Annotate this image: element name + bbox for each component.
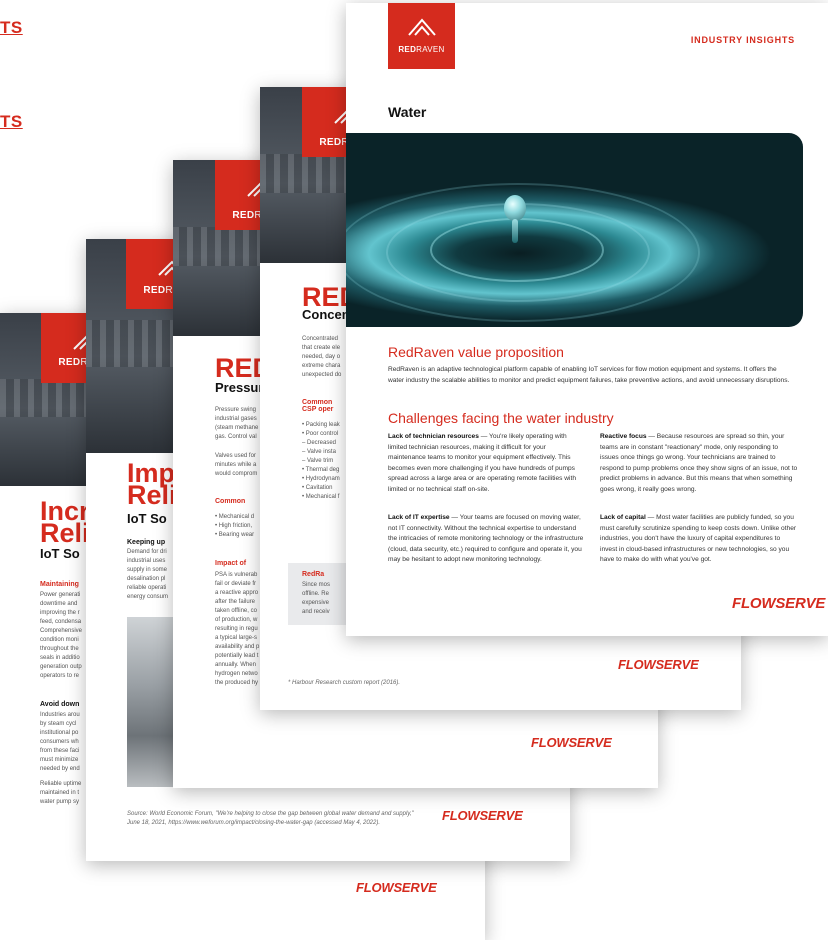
- bullet-list: • Packing leak • Poor control – Decreased…: [302, 422, 340, 500]
- challenge-label: Reactive focus: [600, 433, 647, 440]
- section-heading: Impact of: [215, 560, 247, 567]
- challenge-item: Reactive focus — Because resources are s…: [600, 433, 798, 493]
- value-heading: RedRaven value proposition: [388, 344, 564, 360]
- body-text: Concentrated that create ele needed, day o…: [302, 336, 342, 378]
- challenges-heading: Challenges facing the water industry: [388, 410, 614, 426]
- flowserve-logo: FLOWSERVE: [732, 595, 826, 612]
- page-title-line2: Reli: [40, 518, 90, 548]
- page-subtitle: IoT So: [127, 511, 167, 526]
- callout-text: Since mos offline. Re expensive and receiv: [302, 582, 331, 615]
- challenge-item: Lack of capital — Most water facilities …: [600, 514, 797, 564]
- section-heading: Keeping up: [127, 539, 166, 546]
- top-link-2[interactable]: TS: [0, 112, 23, 132]
- challenge-item: Lack of technician resources — You're li…: [388, 433, 577, 493]
- challenge-label: Lack of IT expertise: [388, 514, 450, 521]
- section-heading: Maintaining: [40, 581, 79, 588]
- source-note: Source: World Economic Forum, "We're hel…: [127, 811, 414, 826]
- page-subtitle: IoT So: [40, 546, 80, 561]
- body-text: Pressure swing industrial gases (steam met…: [215, 407, 259, 440]
- water-drop-photo: [346, 133, 803, 327]
- body-text: Industries arou by steam cycl institutiona…: [40, 712, 80, 772]
- value-text: RedRaven is an adaptive technological pl…: [388, 366, 790, 384]
- body-text: Valves used for minutes while a would comp…: [215, 453, 258, 477]
- bullet-list: • Mechanical d • High friction, • Bearing …: [215, 514, 255, 538]
- flowserve-logo: FLOWSERVE: [531, 735, 612, 750]
- brochure-page-water: REDRAVEN INDUSTRY INSIGHTS Water RedRave…: [346, 3, 828, 636]
- section-heading: Common CSP oper: [302, 399, 334, 413]
- body-text: Demand for dri industrial uses supply in s…: [127, 549, 169, 600]
- flowserve-logo: FLOWSERVE: [356, 880, 437, 895]
- flowserve-logo: FLOWSERVE: [442, 808, 523, 823]
- section-heading: Common: [215, 498, 246, 505]
- page-subtitle: Pressur: [215, 380, 264, 395]
- challenge-label: Lack of technician resources: [388, 433, 479, 440]
- industry-insights-tag: INDUSTRY INSIGHTS: [690, 35, 795, 45]
- callout-title: RedRa: [302, 571, 325, 578]
- footnote: * Harbour Research custom report (2016).: [288, 680, 401, 686]
- body-text: Reliable uptime maintained in t water pump…: [40, 781, 82, 805]
- body-text: PSA is vulnerab fail or deviate fr a react…: [215, 572, 260, 686]
- redraven-logo: REDRAVEN: [388, 3, 455, 69]
- page-title: Water: [388, 104, 427, 120]
- body-text: Power generati downtime and improving the …: [40, 592, 83, 679]
- section-heading: Avoid down: [40, 701, 80, 708]
- top-link-1[interactable]: TS: [0, 18, 23, 38]
- page-subtitle: Concen: [302, 307, 350, 322]
- challenge-label: Lack of capital: [600, 514, 646, 521]
- challenge-item: Lack of IT expertise — Your teams are fo…: [388, 514, 584, 564]
- flowserve-logo: FLOWSERVE: [618, 657, 699, 672]
